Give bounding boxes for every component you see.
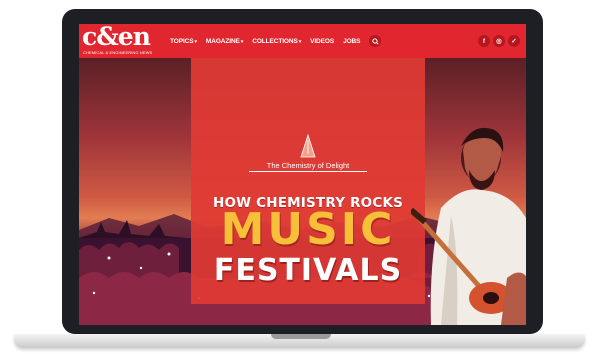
logo-wordmark: c&en xyxy=(82,24,151,51)
main-menu: TOPICS▾ MAGAZINE▾ COLLECTIONS▾ VIDEOS JO… xyxy=(170,24,382,58)
laptop-screen: c&en CHEMICAL & ENGINEERING NEWS TOPICS▾… xyxy=(79,24,526,325)
search-icon xyxy=(372,37,379,45)
logo-subtitle: CHEMICAL & ENGINEERING NEWS xyxy=(83,50,153,55)
nav-item-label: COLLECTIONS xyxy=(252,37,298,45)
instagram-icon[interactable]: ◎ xyxy=(493,35,505,47)
search-button[interactable] xyxy=(369,35,382,47)
guitarist-illustration xyxy=(411,127,526,325)
facebook-icon[interactable]: f xyxy=(478,35,490,47)
nav-item-jobs[interactable]: JOBS xyxy=(343,38,360,45)
nav-item-topics[interactable]: TOPICS▾ xyxy=(170,38,197,45)
series-label: The Chemistry of Delight xyxy=(266,161,350,170)
series-icon xyxy=(300,134,316,158)
caret-down-icon: ▾ xyxy=(194,38,197,45)
site-logo[interactable]: c&en CHEMICAL & ENGINEERING NEWS xyxy=(82,24,162,57)
caret-down-icon: ▾ xyxy=(298,38,302,45)
divider xyxy=(249,171,367,172)
laptop-notch xyxy=(271,334,331,339)
headline-line3: FESTIVALS xyxy=(213,253,403,288)
caret-down-icon: ▾ xyxy=(240,38,244,45)
nav-item-label: MAGAZINE xyxy=(205,37,240,45)
nav-item-videos[interactable]: VIDEOS xyxy=(310,38,334,45)
social-links: f ◎ ✓ xyxy=(475,35,520,47)
feature-panel: The Chemistry of Delight HOW CHEMISTRY R… xyxy=(191,58,425,304)
headline-line2: MUSIC xyxy=(220,204,396,255)
nav-item-label: TOPICS xyxy=(170,37,194,45)
top-navbar: c&en CHEMICAL & ENGINEERING NEWS TOPICS▾… xyxy=(79,24,526,58)
twitter-icon[interactable]: ✓ xyxy=(508,35,520,47)
hero-banner[interactable]: The Chemistry of Delight HOW CHEMISTRY R… xyxy=(79,58,526,325)
nav-item-collections[interactable]: COLLECTIONS▾ xyxy=(252,38,301,45)
nav-item-magazine[interactable]: MAGAZINE▾ xyxy=(206,38,243,45)
